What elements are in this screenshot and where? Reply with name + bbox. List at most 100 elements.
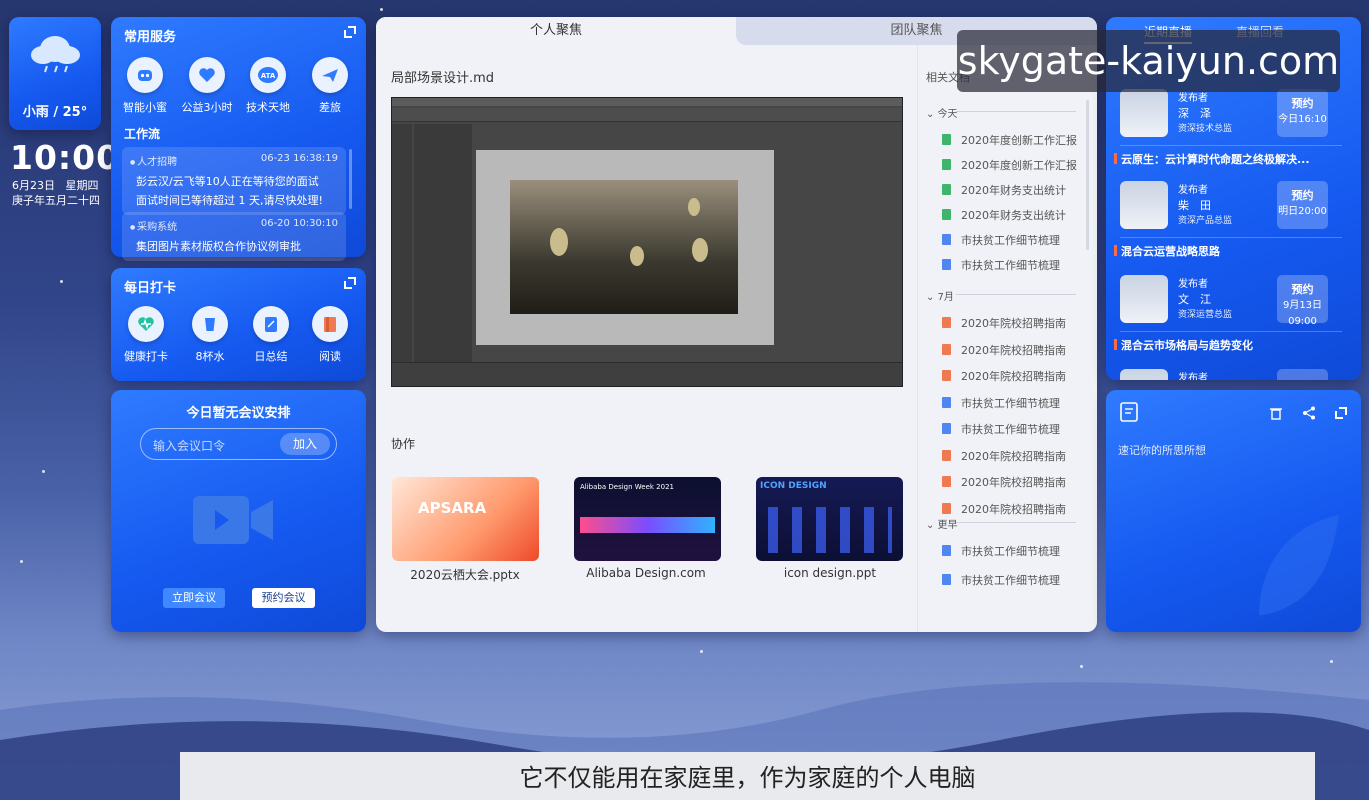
checkin-label: 健康打卡 [124,350,168,363]
service-label: 技术天地 [246,101,290,114]
document-title[interactable]: 局部场景设计.md [391,67,494,86]
date-text: 6月23日 [12,179,55,192]
related-doc-item[interactable]: 2020年院校招聘指南 [942,501,1066,517]
cup-icon [192,306,228,342]
avatar [1120,369,1168,380]
common-services-title: 常用服务 [124,30,177,45]
workflow-item[interactable]: 采购系统 06-20 10:30:10 集团图片素材版权合作协议例审批 [122,212,346,261]
weather-card[interactable]: 小雨 / 25° [9,17,101,130]
tab-personal-focus[interactable]: 个人聚焦 [376,17,736,45]
workflow-time: 06-20 10:30:10 [260,218,338,229]
meeting-card: 今日暂无会议安排 输入会议口令 加入 立即会议 预约会议 [111,390,366,632]
related-doc-item[interactable]: 2020年度创新工作汇报 [942,157,1077,173]
thumbnail-icon-design[interactable]: ICON DESIGN [756,477,903,561]
document-icon [942,209,951,220]
related-doc-item[interactable]: 市扶贫工作细节梳理 [942,232,1060,248]
service-tech[interactable]: ATA 技术天地 [238,57,298,115]
related-doc-item[interactable]: 2020年院校招聘指南 [942,474,1066,490]
related-doc-item[interactable]: 2020年财务支出统计 [942,207,1066,223]
preview-left-tools [392,124,412,364]
schedule-meeting-button[interactable]: 预约会议 [252,588,315,608]
related-doc-item[interactable]: 2020年财务支出统计 [942,182,1066,198]
related-doc-item[interactable]: 2020年度创新工作汇报 [942,132,1077,148]
doc-group-header[interactable]: ⌄ 今天 [926,105,1074,120]
related-doc-item[interactable]: 市扶贫工作细节梳理 [942,257,1060,273]
note-icon [1120,402,1138,422]
related-doc-name: 2020年院校招聘指南 [961,343,1066,357]
related-doc-item[interactable]: 市扶贫工作细节梳理 [942,543,1060,559]
document-icon [942,259,951,270]
related-doc-name: 市扶贫工作细节梳理 [961,423,1060,436]
daily-checkin-card: 每日打卡 健康打卡 8杯水 日总结 阅读 [111,268,366,381]
robot-icon [127,57,163,93]
thumbnail-apsara[interactable]: APSARA [392,477,539,561]
service-travel[interactable]: 差旅 [300,57,360,115]
star [60,280,63,283]
related-doc-item[interactable]: 市扶贫工作细节梳理 [942,395,1060,411]
workflow-item[interactable]: 人才招聘 06-23 16:38:19 彭云汉/云飞等10人正在等待您的面试 面试… [122,147,346,215]
related-docs-scrollbar[interactable] [1086,100,1089,250]
avatar [1120,181,1168,229]
start-meeting-button[interactable]: 立即会议 [163,588,225,608]
checkin-reading[interactable]: 阅读 [300,306,360,364]
checkin-summary[interactable]: 日总结 [241,306,301,364]
related-doc-name: 2020年度创新工作汇报 [961,134,1077,147]
workflow-source: 人才招聘 [130,153,177,168]
meeting-title: 今日暂无会议安排 [186,406,291,421]
trash-icon[interactable] [1270,406,1282,420]
common-services-card: 常用服务 智能小蜜 公益3小时 ATA 技术天地 差旅 工作流 人才招聘 06-2… [111,17,366,261]
appointment-button[interactable]: 预约 明日20:00 [1277,181,1328,229]
thumbnail-alibaba-design[interactable]: Alibaba Design Week 2021 [574,477,721,561]
expand-icon[interactable] [344,277,356,289]
host-role: 资深产品总监 [1178,216,1233,226]
related-doc-item[interactable]: 市扶贫工作细节梳理 [942,421,1060,437]
host-name: 文 江 [1178,293,1211,306]
related-doc-name: 2020年财务支出统计 [961,209,1066,222]
expand-icon[interactable] [344,26,356,38]
service-label: 差旅 [319,101,341,114]
related-doc-name: 2020年财务支出统计 [961,184,1066,197]
checkin-water[interactable]: 8杯水 [180,306,240,364]
related-doc-item[interactable]: 2020年院校招聘指南 [942,448,1066,464]
related-doc-item[interactable]: 2020年院校招聘指南 [942,342,1066,358]
document-icon [942,476,951,487]
related-doc-item[interactable]: 2020年院校招聘指南 [942,315,1066,331]
live-topic[interactable]: 混合云运营战略思路 [1114,243,1220,259]
share-icon[interactable] [1302,406,1316,420]
meeting-code-input[interactable]: 输入会议口令 加入 [140,428,337,460]
appointment-label: 预约 [1291,97,1314,110]
note-input[interactable]: 速记你的所思所想 [1118,442,1206,458]
service-charity[interactable]: 公益3小时 [177,57,237,115]
document-icon [942,502,951,514]
related-doc-name: 2020年院校招聘指南 [961,317,1066,330]
appointment-button[interactable]: 预约 今日16:10 [1277,89,1328,137]
doc-group-header[interactable]: ⌄ 更早 [926,516,1074,531]
workflow-line: 彭云汉/云飞等10人正在等待您的面试 [136,175,319,188]
related-doc-name: 市扶贫工作细节梳理 [961,234,1060,247]
charity-icon [189,57,225,93]
join-button[interactable]: 加入 [280,433,330,455]
expand-icon[interactable] [1335,407,1347,419]
doc-group-header[interactable]: ⌄ 7月 [926,288,1076,303]
related-doc-name: 2020年院校招聘指南 [961,502,1066,516]
service-robot[interactable]: 智能小蜜 [115,57,175,115]
workflow-title: 工作流 [124,127,161,141]
document-icon [942,343,951,355]
appointment-button[interactable] [1277,369,1328,380]
checkin-health[interactable]: 健康打卡 [116,306,176,364]
bird-watermark-icon [1259,515,1339,615]
document-preview[interactable] [391,97,903,387]
related-doc-item[interactable]: 市扶贫工作细节梳理 [942,572,1060,588]
thumbnail-label: 2020云栖大会.pptx [410,568,520,582]
publisher-label: 发布者 [1178,185,1208,196]
live-topic[interactable]: 云原生：云计算时代命题之终极解决... [1114,151,1310,167]
star [1330,660,1333,663]
appointment-button[interactable]: 预约 9月13日 09:00 [1277,275,1328,327]
preview-timeline [392,362,902,386]
live-topic[interactable]: 混合云市场格局与趋势变化 [1114,337,1253,353]
thumbnail-banner [580,517,715,533]
related-doc-item[interactable]: 2020年院校招聘指南 [942,368,1066,384]
host-role: 资深技术总监 [1178,124,1233,134]
workflow-scrollbar[interactable] [349,149,352,209]
document-icon [942,574,951,585]
